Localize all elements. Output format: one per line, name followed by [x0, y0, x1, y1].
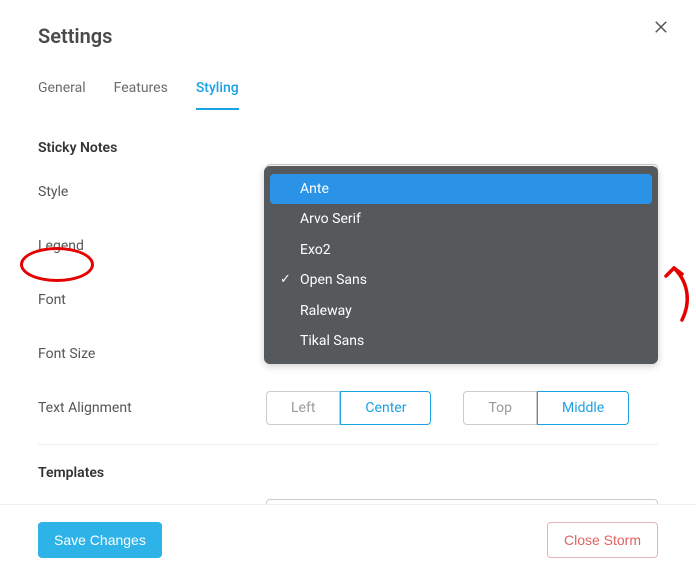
save-changes-button[interactable]: Save Changes	[38, 522, 162, 558]
label-text-alignment: Text Alignment	[38, 400, 266, 416]
page-title: Settings	[38, 24, 112, 48]
font-option-open-sans[interactable]: ✓ Open Sans	[270, 265, 652, 295]
font-option-exo2[interactable]: Exo2	[270, 235, 652, 265]
tab-general[interactable]: General	[38, 74, 86, 110]
section-sticky-notes-title: Sticky Notes	[38, 140, 658, 156]
font-option-label: Open Sans	[300, 272, 367, 288]
check-icon: ✓	[280, 270, 291, 291]
tab-styling[interactable]: Styling	[196, 74, 239, 110]
tab-features[interactable]: Features	[114, 74, 168, 110]
segmented-horizontal-alignment: Left Center	[266, 391, 431, 425]
label-font: Font	[38, 292, 266, 308]
label-legend: Legend	[38, 238, 266, 254]
segmented-vertical-alignment: Top Middle	[463, 391, 629, 425]
font-option-tikal-sans[interactable]: Tikal Sans	[270, 326, 652, 356]
font-option-ante[interactable]: Ante	[270, 174, 652, 204]
close-icon[interactable]	[652, 18, 676, 42]
align-top-button[interactable]: Top	[463, 391, 537, 425]
label-style: Style	[38, 184, 266, 200]
label-font-size: Font Size	[38, 346, 266, 362]
font-option-arvo-serif[interactable]: Arvo Serif	[270, 204, 652, 234]
align-middle-button[interactable]: Middle	[537, 391, 629, 425]
align-left-button[interactable]: Left	[266, 391, 340, 425]
align-center-button[interactable]: Center	[340, 391, 431, 425]
font-option-raleway[interactable]: Raleway	[270, 296, 652, 326]
font-dropdown-popup[interactable]: Ante Arvo Serif Exo2 ✓ Open Sans Raleway…	[264, 166, 658, 364]
divider	[38, 444, 658, 445]
section-templates-title: Templates	[38, 465, 658, 481]
tabs: General Features Styling	[38, 74, 658, 110]
close-storm-button[interactable]: Close Storm	[547, 522, 658, 558]
